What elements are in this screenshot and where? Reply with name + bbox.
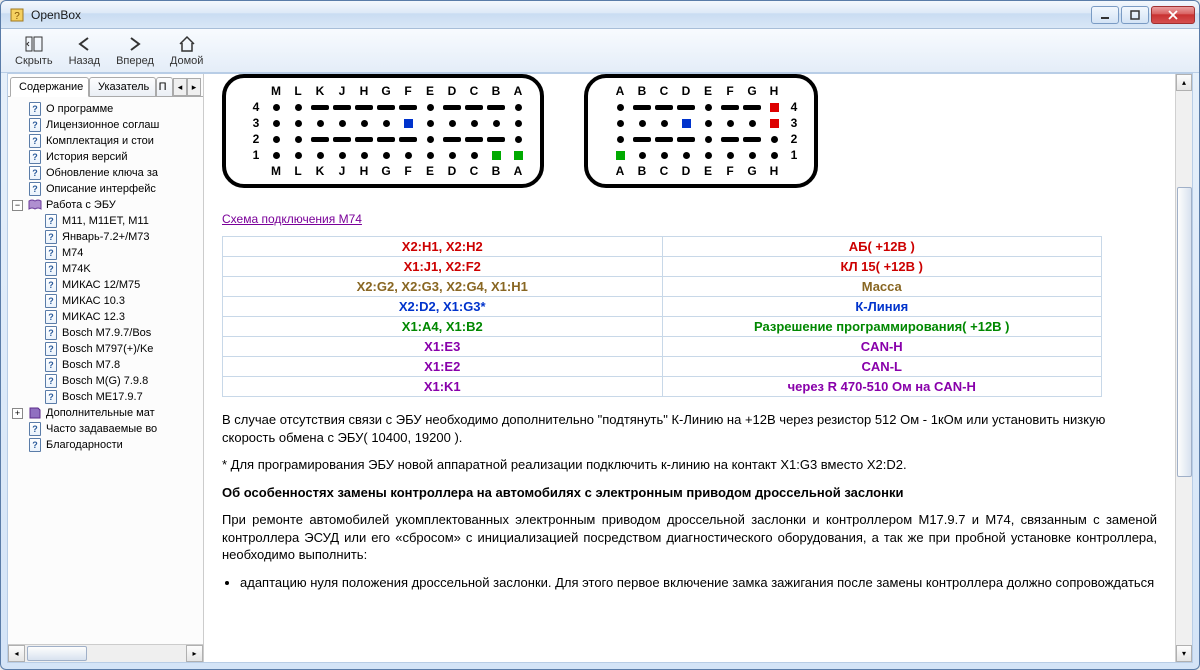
tab-index[interactable]: Указатель — [89, 77, 156, 96]
paragraph: При ремонте автомобилей укомплектованных… — [222, 511, 1157, 564]
tree-item-license[interactable]: ?Лицензионное соглаш — [10, 117, 201, 133]
back-button[interactable]: Назад — [61, 32, 109, 69]
book-open-icon — [28, 198, 42, 212]
table-row: X1:E3CAN-H — [223, 337, 1102, 357]
maximize-button[interactable] — [1121, 6, 1149, 24]
tree-item-bosch797ke[interactable]: ?Bosch M797(+)/Ke — [10, 341, 201, 357]
window-title: OpenBox — [31, 8, 1091, 22]
scroll-track[interactable] — [1176, 91, 1192, 645]
tree-toggle-icon[interactable]: − — [12, 200, 23, 211]
body-text: В случае отсутствия связи с ЭБУ необходи… — [222, 411, 1157, 591]
paragraph: В случае отсутствия связи с ЭБУ необходи… — [222, 411, 1157, 446]
table-row: X2:D2, X1:G3*К-Линия — [223, 297, 1102, 317]
tree-item-ecu[interactable]: −Работа с ЭБУ — [10, 197, 201, 213]
hide-button[interactable]: Скрыть — [7, 32, 61, 69]
scroll-left-button[interactable]: ◂ — [8, 645, 25, 662]
scroll-down-button[interactable]: ▾ — [1176, 645, 1192, 662]
minimize-button[interactable] — [1091, 6, 1119, 24]
tree-item-boschmg[interactable]: ?Bosch M(G) 7.9.8 — [10, 373, 201, 389]
scroll-thumb[interactable] — [27, 646, 87, 661]
list-item: адаптацию нуля положения дроссельной зас… — [240, 574, 1157, 592]
contents-tree: ?О программе ?Лицензионное соглаш ?Компл… — [8, 96, 203, 644]
tree-item-history[interactable]: ?История версий — [10, 149, 201, 165]
scroll-right-button[interactable]: ▸ — [186, 645, 203, 662]
toolbar: Скрыть Назад Вперед Домой — [1, 29, 1199, 73]
scroll-up-button[interactable]: ▴ — [1176, 74, 1192, 91]
section-heading: Об особенностях замены контроллера на ав… — [222, 485, 903, 500]
vertical-scrollbar[interactable]: ▴ ▾ — [1175, 74, 1192, 662]
forward-arrow-icon — [125, 34, 145, 54]
tree-item-about[interactable]: ?О программе — [10, 101, 201, 117]
home-icon — [177, 34, 197, 54]
tree-item-m11[interactable]: ?M11, M11ET, M11 — [10, 213, 201, 229]
tree-toggle-icon[interactable]: + — [12, 408, 23, 419]
table-row: X1:J1, X2:F2КЛ 15( +12В ) — [223, 257, 1102, 277]
tree-item-interface[interactable]: ?Описание интерфейс — [10, 181, 201, 197]
scroll-thumb[interactable] — [1177, 187, 1192, 477]
scroll-track[interactable] — [25, 645, 186, 662]
tab-search[interactable]: П — [156, 77, 173, 96]
navigation-pane: Содержание Указатель П ◂ ▸ ?О программе … — [8, 74, 204, 662]
table-row: X2:H1, X2:H2АБ( +12В ) — [223, 237, 1102, 257]
tree-item-extras[interactable]: +Дополнительные мат — [10, 405, 201, 421]
tree-item-bosch797[interactable]: ?Bosch M7.9.7/Bos — [10, 325, 201, 341]
tree-item-mikas103[interactable]: ?МИКАС 10.3 — [10, 293, 201, 309]
book-closed-icon — [28, 406, 42, 420]
table-row: X1:K1через R 470-510 Ом на CAN-H — [223, 377, 1102, 397]
tree-item-mikas12[interactable]: ?МИКАС 12/M75 — [10, 277, 201, 293]
paragraph: * Для програмирования ЭБУ новой аппаратн… — [222, 456, 1157, 474]
tree-item-thanks[interactable]: ?Благодарности — [10, 437, 201, 453]
connector-x1: MLKJHGFEDCBA4321MLKJHGFEDCBA — [222, 74, 544, 188]
table-row: X1:A4, X1:B2Разрешение программирования(… — [223, 317, 1102, 337]
tree-item-keyupdate[interactable]: ?Обновление ключа за — [10, 165, 201, 181]
content-pane: MLKJHGFEDCBA4321MLKJHGFEDCBA ABCDEFGH432… — [204, 74, 1175, 662]
connection-table: X2:H1, X2:H2АБ( +12В )X1:J1, X2:F2КЛ 15(… — [222, 236, 1102, 397]
client-area: Содержание Указатель П ◂ ▸ ?О программе … — [7, 73, 1193, 663]
tree-item-january[interactable]: ?Январь-7.2+/M73 — [10, 229, 201, 245]
tab-scroll-right[interactable]: ▸ — [187, 78, 201, 96]
hide-icon — [24, 34, 44, 54]
close-button[interactable] — [1151, 6, 1195, 24]
nav-tabs: Содержание Указатель П ◂ ▸ — [8, 74, 203, 96]
tree-item-m74k[interactable]: ?M74K — [10, 261, 201, 277]
nav-horizontal-scrollbar[interactable]: ◂ ▸ — [8, 644, 203, 662]
table-row: X2:G2, X2:G3, X2:G4, X1:H1Масса — [223, 277, 1102, 297]
tree-item-m74[interactable]: ?M74 — [10, 245, 201, 261]
tree-item-bosch78[interactable]: ?Bosch M7.8 — [10, 357, 201, 373]
connector-x2: ABCDEFGH4321ABCDEFGH — [584, 74, 818, 188]
tree-item-boschme[interactable]: ?Bosch ME17.9.7 — [10, 389, 201, 405]
tree-item-bundle[interactable]: ?Комплектация и стои — [10, 133, 201, 149]
svg-text:?: ? — [14, 11, 20, 22]
app-icon: ? — [9, 7, 25, 23]
back-arrow-icon — [74, 34, 94, 54]
forward-button[interactable]: Вперед — [108, 32, 162, 69]
tab-contents[interactable]: Содержание — [10, 77, 89, 97]
table-row: X1:E2CAN-L — [223, 357, 1102, 377]
app-window: ? OpenBox Скрыть Назад Вперед Домой — [0, 0, 1200, 670]
tree-item-faq[interactable]: ?Часто задаваемые во — [10, 421, 201, 437]
window-controls — [1091, 6, 1195, 24]
tab-scroll-left[interactable]: ◂ — [173, 78, 187, 96]
schema-link[interactable]: Схема подключения M74 — [222, 212, 362, 226]
home-button[interactable]: Домой — [162, 32, 212, 69]
titlebar: ? OpenBox — [1, 1, 1199, 29]
connector-diagrams: MLKJHGFEDCBA4321MLKJHGFEDCBA ABCDEFGH432… — [222, 74, 1157, 188]
tree-item-mikas123[interactable]: ?МИКАС 12.3 — [10, 309, 201, 325]
